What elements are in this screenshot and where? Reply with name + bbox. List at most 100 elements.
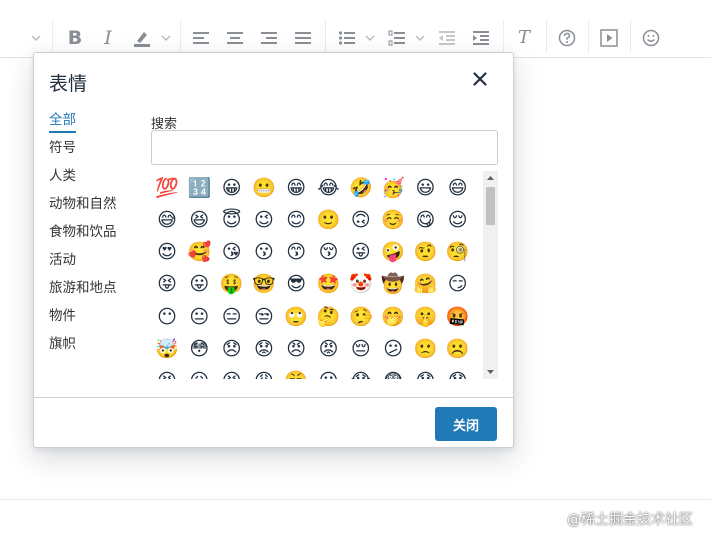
emoji-item[interactable]: 🔢 bbox=[185, 174, 213, 202]
emoji-item[interactable]: 😂 bbox=[315, 174, 343, 202]
emoji-item[interactable]: 😱 bbox=[347, 368, 375, 379]
emoji-scrollbar[interactable] bbox=[483, 171, 498, 379]
highlight-icon[interactable] bbox=[130, 26, 154, 50]
category-tab[interactable]: 食物和饮品 bbox=[49, 223, 144, 251]
numbered-list-icon[interactable] bbox=[386, 26, 408, 50]
emoji-item[interactable]: 😏 bbox=[444, 271, 472, 299]
category-tab[interactable]: 符号 bbox=[49, 139, 144, 167]
emoji-item[interactable]: 🤫 bbox=[411, 303, 439, 331]
emoji-item[interactable]: 😐 bbox=[185, 303, 213, 331]
align-justify-icon[interactable] bbox=[292, 26, 314, 50]
emoji-item[interactable]: 😮 bbox=[315, 368, 343, 379]
emoji-item[interactable]: 🤡 bbox=[347, 271, 375, 299]
chevron-down-icon[interactable] bbox=[414, 26, 426, 50]
category-tab[interactable]: 人类 bbox=[49, 167, 144, 195]
emoji-item[interactable]: 😘 bbox=[218, 239, 246, 267]
emoji-item[interactable]: 😇 bbox=[218, 206, 246, 234]
emoji-item[interactable]: 😑 bbox=[218, 303, 246, 331]
scroll-up-icon[interactable] bbox=[483, 171, 498, 185]
emoji-item[interactable]: 🙂 bbox=[315, 206, 343, 234]
emoji-item[interactable]: 😔 bbox=[347, 336, 375, 364]
emoji-item[interactable]: 🤪 bbox=[379, 239, 407, 267]
emoji-item[interactable]: 🤑 bbox=[218, 271, 246, 299]
align-right-icon[interactable] bbox=[258, 26, 280, 50]
outdent-icon[interactable] bbox=[436, 26, 458, 50]
emoji-item[interactable]: 😰 bbox=[411, 368, 439, 379]
emoji-item[interactable]: 😞 bbox=[218, 336, 246, 364]
emoji-item[interactable]: 💯 bbox=[153, 174, 181, 202]
emoji-item[interactable]: 😜 bbox=[347, 239, 375, 267]
emoji-item[interactable]: 😣 bbox=[153, 368, 181, 379]
scrollbar-thumb[interactable] bbox=[486, 187, 495, 225]
align-center-icon[interactable] bbox=[224, 26, 246, 50]
bold-icon[interactable]: B bbox=[64, 26, 86, 50]
emoji-item[interactable]: 😍 bbox=[153, 239, 181, 267]
emoji-item[interactable]: 😤 bbox=[282, 368, 310, 379]
emoji-item[interactable]: 😚 bbox=[315, 239, 343, 267]
emoji-item[interactable]: 🤠 bbox=[379, 271, 407, 299]
emoji-item[interactable]: 😙 bbox=[282, 239, 310, 267]
emoji-item[interactable]: 😆 bbox=[185, 206, 213, 234]
emoji-item[interactable]: 🤥 bbox=[347, 303, 375, 331]
emoji-item[interactable]: 🙁 bbox=[411, 336, 439, 364]
emoji-item[interactable]: 🥳 bbox=[379, 174, 407, 202]
emoji-item[interactable]: 🙃 bbox=[347, 206, 375, 234]
chevron-down-icon[interactable] bbox=[364, 26, 376, 50]
emoji-item[interactable]: 🤭 bbox=[379, 303, 407, 331]
media-icon[interactable] bbox=[598, 26, 620, 50]
emoji-item[interactable]: 😯 bbox=[444, 368, 472, 379]
italic-icon[interactable]: I bbox=[97, 26, 119, 50]
category-tab[interactable]: 物件 bbox=[49, 307, 144, 335]
scroll-down-icon[interactable] bbox=[483, 365, 498, 379]
emoji-item[interactable]: 🤓 bbox=[250, 271, 278, 299]
emoji-item[interactable]: 🤯 bbox=[153, 336, 181, 364]
emoji-item[interactable]: 😠 bbox=[282, 336, 310, 364]
close-button[interactable]: 关闭 bbox=[435, 407, 497, 441]
close-icon[interactable] bbox=[468, 67, 492, 91]
bullet-list-icon[interactable] bbox=[336, 26, 358, 50]
chevron-down-icon[interactable] bbox=[30, 26, 42, 50]
emoji-item[interactable]: 😀 bbox=[218, 174, 246, 202]
category-tab[interactable]: 动物和自然 bbox=[49, 195, 144, 223]
emoji-item[interactable]: 🤨 bbox=[411, 239, 439, 267]
clear-format-icon[interactable]: T bbox=[513, 26, 535, 50]
emoji-item[interactable]: 😒 bbox=[250, 303, 278, 331]
category-tab[interactable]: 全部 bbox=[49, 111, 144, 139]
category-tab[interactable]: 活动 bbox=[49, 251, 144, 279]
emoji-item[interactable]: 😗 bbox=[250, 239, 278, 267]
category-tab[interactable]: 旅游和地点 bbox=[49, 279, 144, 307]
align-left-icon[interactable] bbox=[190, 26, 212, 50]
category-tab[interactable]: 旗帜 bbox=[49, 335, 144, 363]
emoji-item[interactable]: 😉 bbox=[250, 206, 278, 234]
emoji-item[interactable]: 😃 bbox=[411, 174, 439, 202]
emoji-item[interactable]: ☹️ bbox=[444, 336, 472, 364]
emoji-item[interactable]: 😄 bbox=[444, 174, 472, 202]
emoji-item[interactable]: 😬 bbox=[250, 174, 278, 202]
emoji-item[interactable]: 😌 bbox=[444, 206, 472, 234]
search-input[interactable] bbox=[151, 130, 498, 165]
emoji-item[interactable]: 😛 bbox=[185, 271, 213, 299]
emoji-item[interactable]: 😨 bbox=[379, 368, 407, 379]
emoji-item[interactable]: 😕 bbox=[379, 336, 407, 364]
emoji-item[interactable]: 🤣 bbox=[347, 174, 375, 202]
emoji-item[interactable]: 🥰 bbox=[185, 239, 213, 267]
emoji-item[interactable]: 😊 bbox=[282, 206, 310, 234]
help-icon[interactable] bbox=[556, 26, 578, 50]
emoji-item[interactable]: 😫 bbox=[218, 368, 246, 379]
emoji-item[interactable]: 😖 bbox=[185, 368, 213, 379]
emoji-item[interactable]: 😡 bbox=[315, 336, 343, 364]
emoji-item[interactable]: 😶 bbox=[153, 303, 181, 331]
emoticons-icon[interactable] bbox=[640, 26, 662, 50]
emoji-item[interactable]: 🤬 bbox=[444, 303, 472, 331]
chevron-down-icon[interactable] bbox=[160, 26, 172, 50]
emoji-item[interactable]: 😅 bbox=[153, 206, 181, 234]
emoji-item[interactable]: 😩 bbox=[250, 368, 278, 379]
emoji-item[interactable]: 😟 bbox=[250, 336, 278, 364]
emoji-item[interactable]: 😝 bbox=[153, 271, 181, 299]
emoji-item[interactable]: 🤗 bbox=[411, 271, 439, 299]
emoji-item[interactable]: 😎 bbox=[282, 271, 310, 299]
emoji-item[interactable]: 🙄 bbox=[282, 303, 310, 331]
emoji-item[interactable]: ☺️ bbox=[379, 206, 407, 234]
emoji-item[interactable]: 😁 bbox=[282, 174, 310, 202]
emoji-item[interactable]: 😋 bbox=[411, 206, 439, 234]
